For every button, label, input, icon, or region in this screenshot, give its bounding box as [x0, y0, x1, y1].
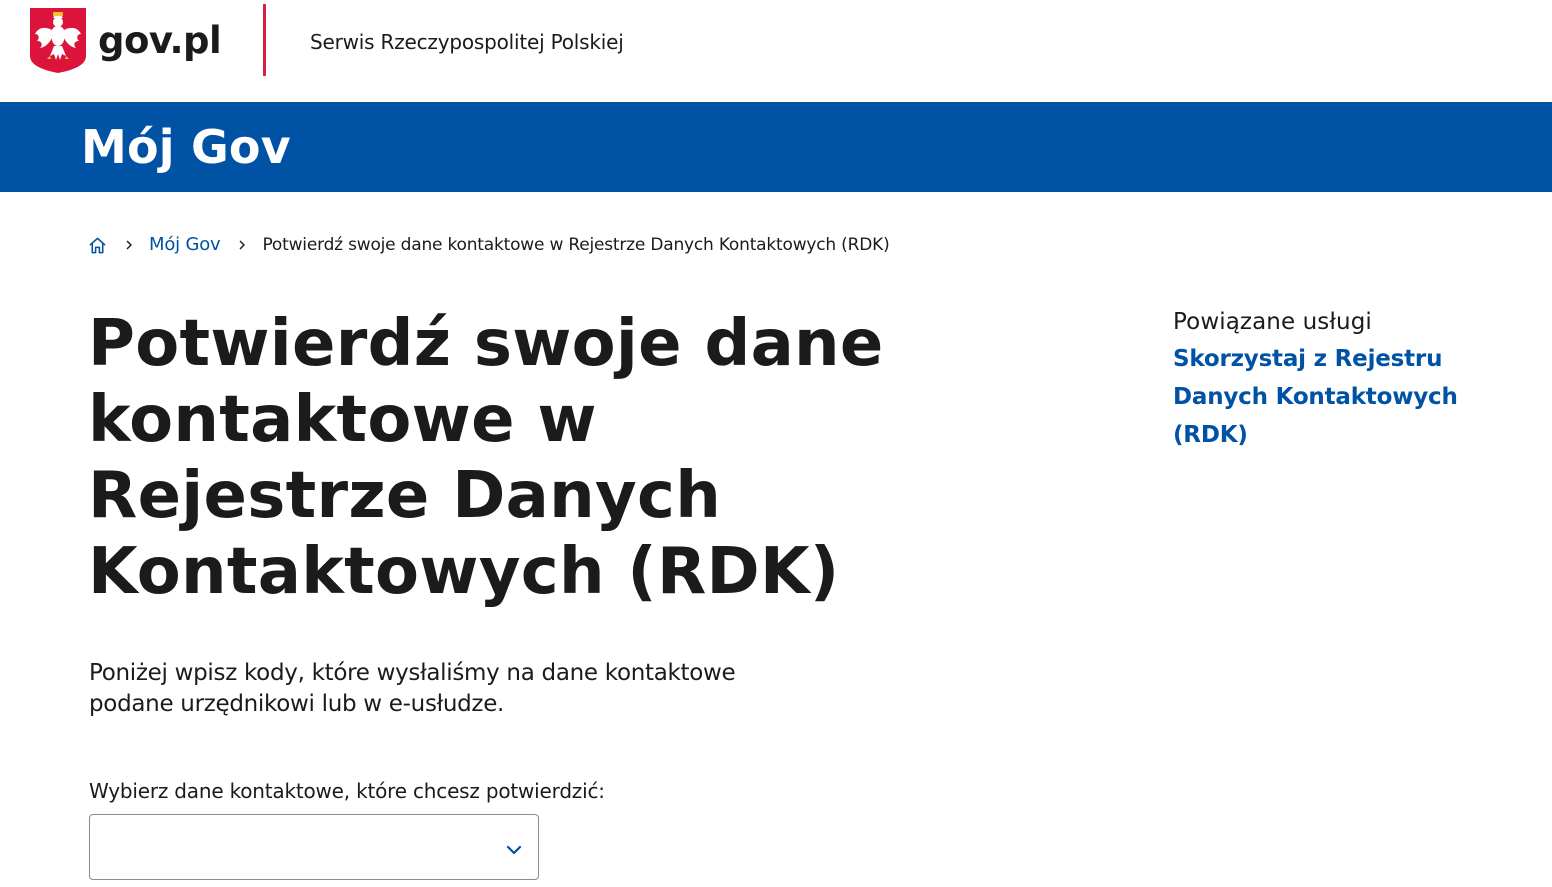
- chevron-right-icon: [239, 240, 246, 250]
- related-services: Powiązane usługi Skorzystaj z Rejestru D…: [1173, 306, 1503, 454]
- contact-select[interactable]: [89, 814, 539, 880]
- breadcrumb: Mój Gov Potwierdź swoje dane kontaktowe …: [88, 233, 890, 257]
- moj-gov-title-link[interactable]: Mój Gov: [81, 120, 291, 174]
- breadcrumb-item-moj-gov[interactable]: Mój Gov: [149, 233, 221, 257]
- related-link-rdk[interactable]: Skorzystaj z Rejestru Danych Kontaktowyc…: [1173, 340, 1503, 454]
- service-name: Serwis Rzeczypospolitej Polskiej: [310, 30, 624, 54]
- breadcrumb-current: Potwierdź swoje dane kontaktowe w Rejest…: [262, 235, 890, 255]
- contact-select-label: Wybierz dane kontaktowe, które chcesz po…: [89, 779, 605, 803]
- header-divider: [263, 4, 266, 76]
- chevron-right-icon: [126, 240, 132, 250]
- page-title: Potwierdź swoje dane kontaktowe w Rejest…: [88, 307, 884, 609]
- chevron-down-icon: [506, 845, 522, 855]
- gov-logo-link[interactable]: gov.pl: [30, 8, 222, 73]
- lead-text: Poniżej wpisz kody, które wysłaliśmy na …: [89, 660, 736, 717]
- breadcrumb-home-link[interactable]: [88, 236, 107, 255]
- gov-logo-text: gov.pl: [98, 19, 222, 62]
- polish-eagle-emblem-icon: [30, 8, 86, 73]
- top-bar: gov.pl Serwis Rzeczypospolitej Polskiej: [0, 0, 1552, 102]
- related-services-title: Powiązane usługi: [1173, 309, 1372, 335]
- service-banner: Mój Gov: [0, 102, 1552, 192]
- home-icon: [89, 237, 106, 253]
